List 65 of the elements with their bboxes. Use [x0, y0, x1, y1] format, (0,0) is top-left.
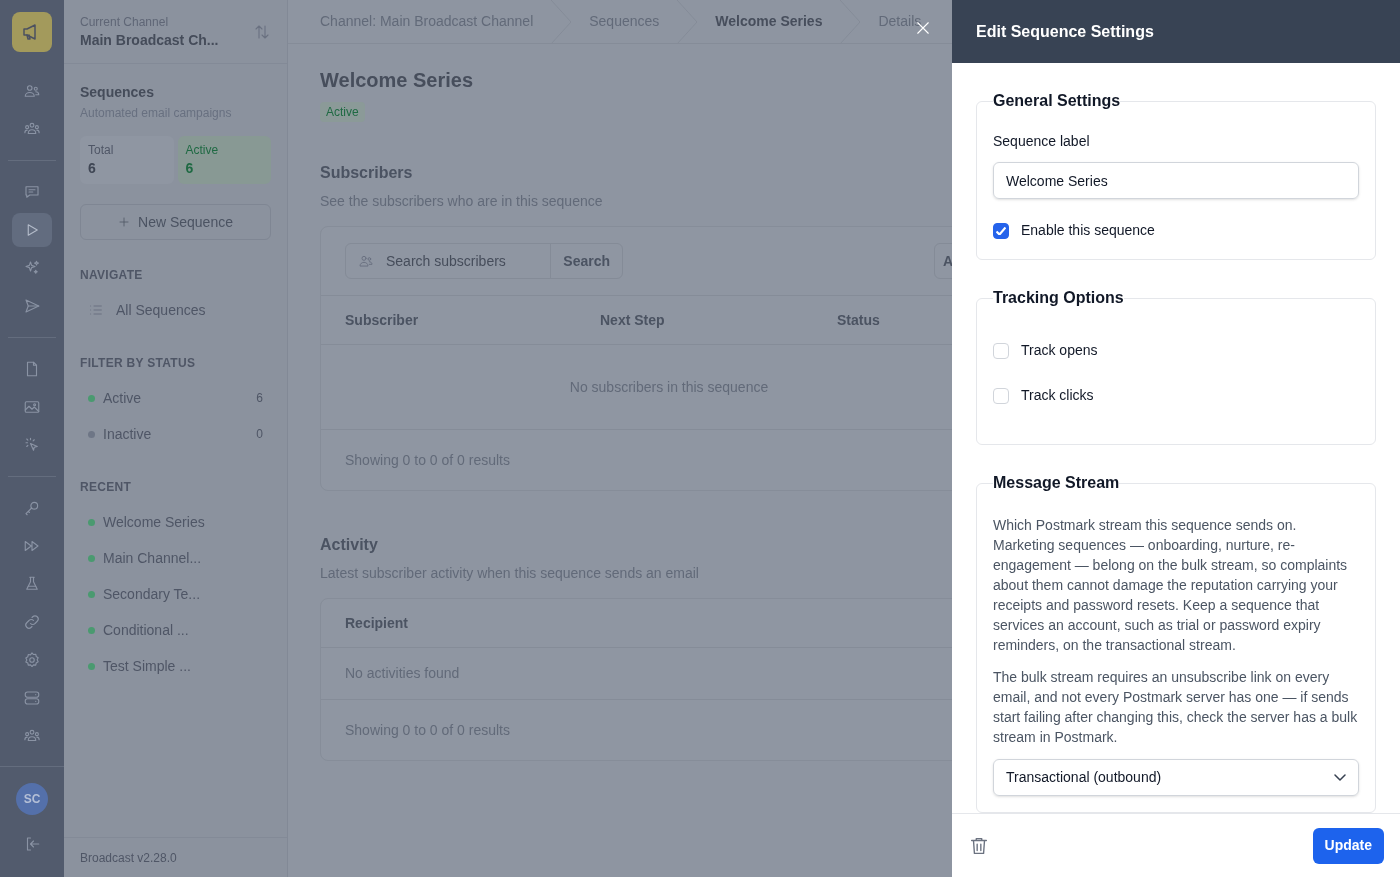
stat-value: 6: [185, 159, 195, 178]
stream-select[interactable]: Transactional (outbound): [993, 759, 1359, 796]
user-avatar[interactable]: SC: [16, 783, 48, 815]
nav-link[interactable]: All Sequences: [80, 292, 271, 328]
flask-icon: [23, 575, 41, 593]
section-title: Activity: [320, 535, 379, 555]
sidebar-link[interactable]: Main Channel...: [103, 547, 263, 569]
stat-label: Active: [185, 142, 220, 158]
users-icon: [358, 253, 374, 269]
section-heading: FILTER BY STATUS: [80, 355, 197, 372]
cursor-click-icon: [23, 436, 41, 454]
section-heading: NAVIGATE: [80, 267, 144, 284]
section-title: Subscribers: [320, 163, 414, 183]
stat-value: 6: [88, 159, 97, 178]
sparkles-icon: [23, 259, 41, 277]
image-icon: [23, 398, 41, 416]
version-label: Broadcast v2.28.0: [80, 849, 177, 867]
new-sequence-button[interactable]: New Sequence: [80, 204, 271, 240]
checkbox-label: Track opens: [1021, 341, 1098, 360]
text-input[interactable]: Welcome Series: [993, 162, 1359, 199]
search-field[interactable]: Search subscribers: [386, 250, 536, 272]
users-icon: [23, 82, 41, 100]
section-title: Message Stream: [993, 473, 1120, 493]
column-header: Next Step: [600, 310, 666, 330]
section-heading: RECENT: [80, 479, 133, 496]
status-badge: Active: [320, 102, 365, 122]
search-bar[interactable]: Search subscribers Search: [345, 243, 623, 279]
section-title: General Settings: [993, 91, 1121, 111]
breadcrumb-link[interactable]: Welcome Series: [715, 11, 823, 32]
key-icon: [23, 499, 41, 517]
checkbox[interactable]: [993, 222, 1009, 239]
channel-name[interactable]: Main Broadcast Ch...: [80, 29, 219, 50]
sidebar-link[interactable]: Welcome Series: [103, 511, 263, 533]
section-title: Tracking Options: [993, 288, 1124, 308]
column-header: Status: [837, 310, 881, 330]
server-icon: [23, 689, 41, 707]
count-label: 0: [256, 426, 263, 443]
sidebar-link[interactable]: Conditional ...: [103, 619, 263, 641]
logo-badge[interactable]: [12, 12, 52, 52]
page-title: Welcome Series: [320, 68, 475, 93]
column-header: Subscriber: [345, 310, 420, 330]
column-header: Recipient: [345, 613, 409, 633]
sidebar-link[interactable]: Secondary Te...: [103, 583, 263, 605]
section-title: Sequences: [80, 83, 155, 102]
check-icon: [996, 226, 1006, 235]
sidebar-link[interactable]: Test Simple ...: [103, 655, 263, 677]
link-icon: [23, 613, 41, 631]
help-text: The bulk stream requires an unsubscribe link on every email, and not every Postmark server has one — if sends start failing after changing this, check the server has a bulk stream in Postmark.: [993, 668, 1359, 747]
chat-icon: [23, 183, 41, 201]
search-button[interactable]: Search: [551, 244, 622, 278]
checkbox-label: Enable this sequence: [1021, 221, 1155, 240]
send-icon: [23, 297, 41, 315]
count-label: 6: [256, 390, 263, 407]
chevron-down-icon: [1334, 774, 1346, 781]
field-label: Sequence label: [993, 132, 1091, 151]
plus-icon: [118, 216, 130, 228]
help-text: Which Postmark stream this sequence sends on. Marketing sequences — onboarding, nurture, re-engagement — belong on the bulk stream, so complaints about them cannot damage the reputation carrying your receipts and password resets. Keep a sequence that services an account, such as trial or password expiry reminders, on the transactional stream.: [993, 516, 1349, 655]
stat-label: Total: [88, 142, 115, 158]
sidebar-link[interactable]: Active: [103, 387, 249, 409]
checkbox-label: Track clicks: [1021, 386, 1094, 405]
update-button[interactable]: Update: [1312, 827, 1384, 864]
nav-button[interactable]: [12, 213, 52, 247]
settings-icon: [23, 651, 41, 669]
panel-title: Edit Sequence Settings: [976, 21, 1154, 42]
sidebar-link[interactable]: Inactive: [103, 423, 249, 445]
